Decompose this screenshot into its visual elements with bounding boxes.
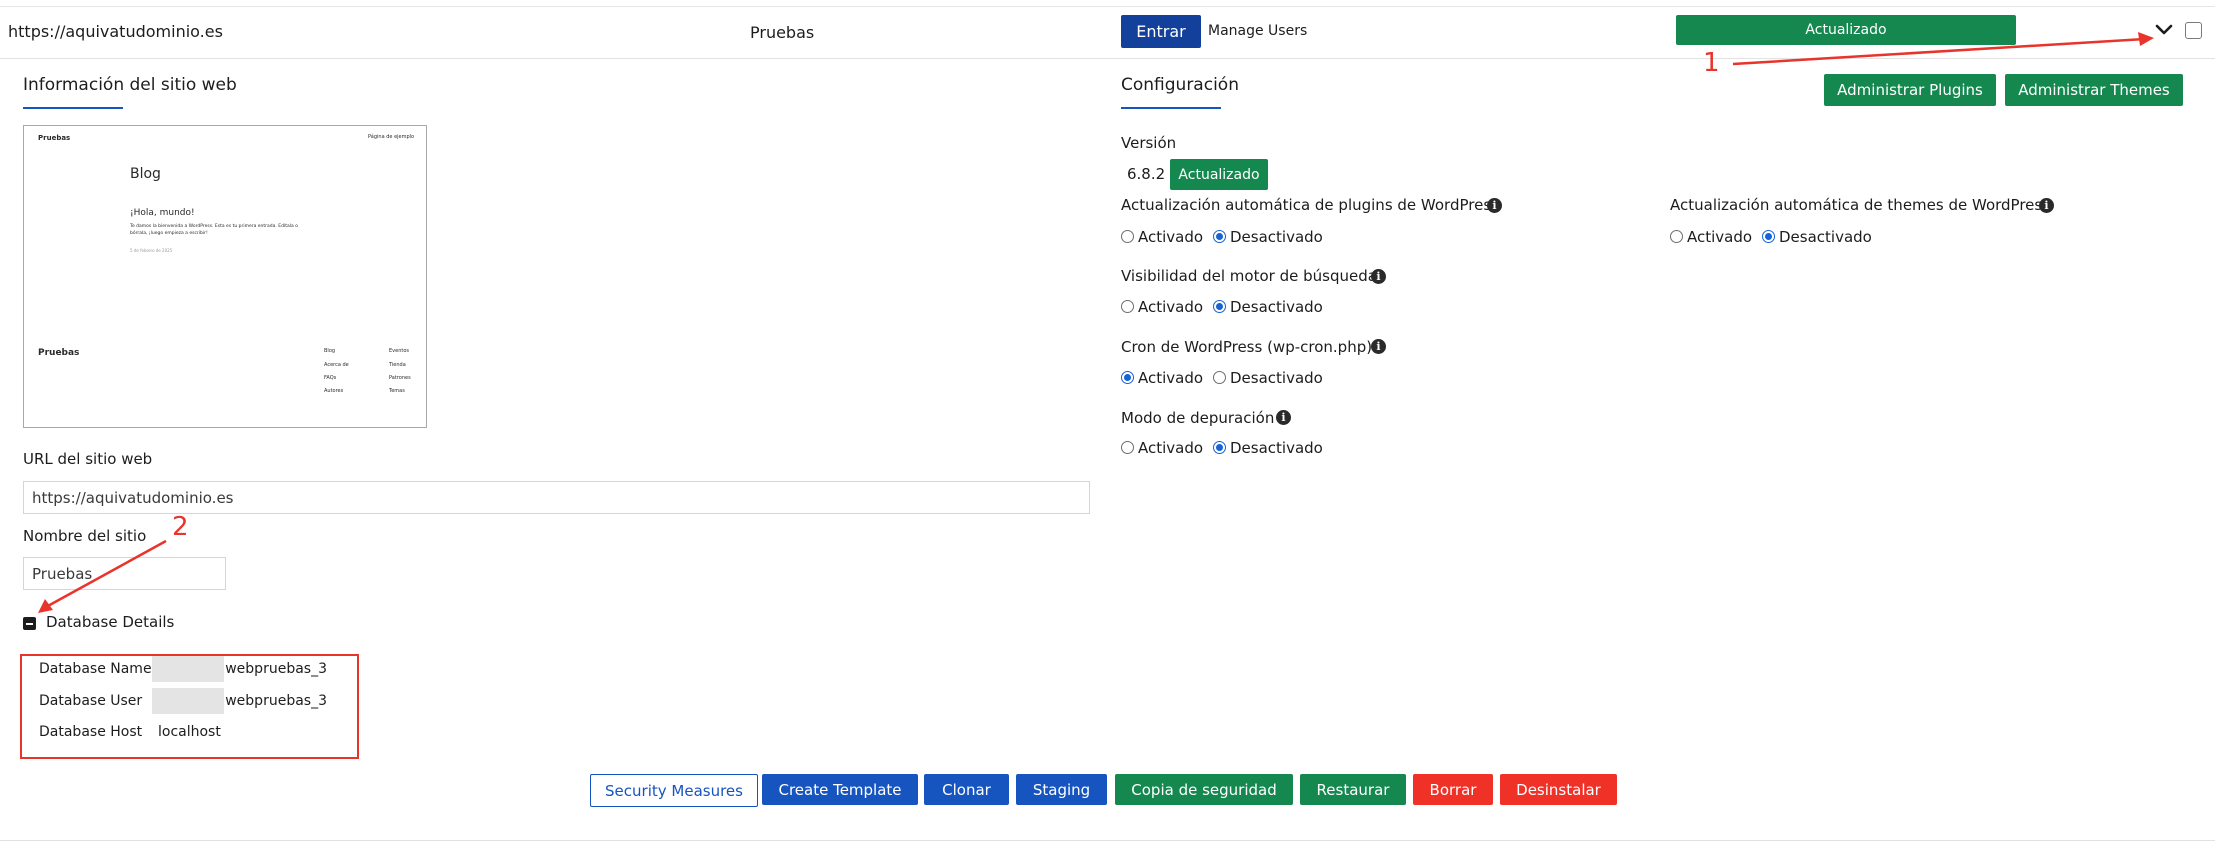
thumb-footer-link: Temas xyxy=(389,388,405,394)
db-name-value: 3_webpruebas xyxy=(225,661,327,677)
cron-off-radio[interactable] xyxy=(1213,371,1226,384)
db-name-label: Database Name xyxy=(39,661,152,677)
site-url-link[interactable]: https://aquivatudominio.es xyxy=(8,22,223,41)
site-url-input[interactable]: https://aquivatudominio.es xyxy=(23,481,1090,514)
debug-mode-label: Modo de depuración xyxy=(1121,409,1275,427)
thumb-footer-link: Blog xyxy=(324,348,336,354)
db-user-label: Database User xyxy=(39,693,143,709)
thumb-post-text-1: Te damos la bienvenida a WordPress. Esta… xyxy=(130,224,298,229)
auto-update-themes-label: Actualización automática de themes de Wo… xyxy=(1670,196,2051,214)
auto-plugins-off-label[interactable]: Desactivado xyxy=(1230,228,1323,246)
thumb-footer-link: Eventos xyxy=(389,348,409,354)
search-on-radio[interactable] xyxy=(1121,300,1134,313)
staging-button[interactable]: Staging xyxy=(1016,774,1107,805)
search-on-label[interactable]: Activado xyxy=(1138,298,1203,316)
cron-on-label[interactable]: Activado xyxy=(1138,369,1203,387)
debug-off-radio[interactable] xyxy=(1213,441,1226,454)
thumb-site-title: Pruebas xyxy=(38,134,71,142)
cron-on-radio[interactable] xyxy=(1121,371,1134,384)
annotation-arrow-2 xyxy=(38,539,167,613)
db-host-value: localhost xyxy=(158,724,221,740)
db-host-label: Database Host xyxy=(39,724,143,740)
auto-themes-on-radio[interactable] xyxy=(1670,230,1683,243)
site-screenshot-thumbnail: Pruebas Página de ejemplo Blog ¡Hola, mu… xyxy=(23,125,427,428)
search-off-radio[interactable] xyxy=(1213,300,1226,313)
info-icon[interactable]: i xyxy=(1371,269,1386,284)
top-border xyxy=(0,6,2215,7)
enter-button[interactable]: Entrar xyxy=(1121,15,1201,48)
search-off-label[interactable]: Desactivado xyxy=(1230,298,1323,316)
annotation-arrow-1 xyxy=(1732,32,2154,66)
security-measures-button[interactable]: Security Measures xyxy=(590,774,758,807)
configuration-underline xyxy=(1121,107,1221,109)
clone-button[interactable]: Clonar xyxy=(924,774,1009,805)
collapse-toggle-icon[interactable] xyxy=(23,617,36,630)
thumb-footer-link: FAQs xyxy=(324,375,337,381)
configuration-title: Configuración xyxy=(1121,75,1239,95)
delete-button[interactable]: Borrar xyxy=(1413,774,1493,805)
thumb-post-title: ¡Hola, mundo! xyxy=(130,208,195,218)
manage-plugins-button[interactable]: Administrar Plugins xyxy=(1824,74,1996,106)
thumb-post-text-2: bórrala, ¡luego empieza a escribir! xyxy=(130,231,208,236)
db-user-value: 3_webpruebas xyxy=(225,693,327,709)
version-value: 6.8.2 xyxy=(1127,165,1166,183)
info-icon[interactable]: i xyxy=(2039,198,2054,213)
cron-off-label[interactable]: Desactivado xyxy=(1230,369,1323,387)
info-icon[interactable]: i xyxy=(1487,198,1502,213)
thumb-footer-title: Pruebas xyxy=(38,348,80,358)
thumb-nav-link: Página de ejemplo xyxy=(368,134,415,140)
auto-update-plugins-label: Actualización automática de plugins de W… xyxy=(1121,196,1499,214)
site-name-text: Pruebas xyxy=(750,23,815,42)
thumb-footer-link: Tienda xyxy=(389,362,406,368)
search-visibility-label: Visibilidad del motor de búsqueda xyxy=(1121,267,1377,285)
version-status-badge: Actualizado xyxy=(1170,159,1268,190)
manage-themes-button[interactable]: Administrar Themes xyxy=(2005,74,2183,106)
site-url-label: URL del sitio web xyxy=(23,450,153,468)
manage-users-link[interactable]: Manage Users xyxy=(1208,23,1307,39)
select-site-checkbox[interactable] xyxy=(2185,22,2202,39)
auto-themes-off-radio[interactable] xyxy=(1762,230,1775,243)
auto-plugins-on-label[interactable]: Activado xyxy=(1138,228,1203,246)
version-label: Versión xyxy=(1121,134,1177,152)
auto-themes-on-label[interactable]: Activado xyxy=(1687,228,1752,246)
auto-themes-off-label[interactable]: Desactivado xyxy=(1779,228,1872,246)
thumb-footer-link: Autores xyxy=(324,388,344,394)
thumb-heading: Blog xyxy=(130,166,161,182)
info-icon[interactable]: i xyxy=(1371,339,1386,354)
annotation-marker-1: 1 xyxy=(1703,48,1720,78)
annotation-marker-2: 2 xyxy=(172,512,189,542)
thumb-footer-link: Patrones xyxy=(389,375,411,381)
bottom-border xyxy=(0,840,2215,841)
auto-plugins-off-radio[interactable] xyxy=(1213,230,1226,243)
thumb-post-date: 5 de febrero de 2025 xyxy=(130,248,173,253)
debug-on-label[interactable]: Activado xyxy=(1138,439,1203,457)
website-info-underline xyxy=(23,107,123,109)
info-icon[interactable]: i xyxy=(1276,410,1291,425)
backup-button[interactable]: Copia de seguridad xyxy=(1115,774,1293,805)
create-template-button[interactable]: Create Template xyxy=(762,774,918,805)
website-info-title: Información del sitio web xyxy=(23,75,237,95)
uninstall-button[interactable]: Desinstalar xyxy=(1500,774,1617,805)
auto-plugins-on-radio[interactable] xyxy=(1121,230,1134,243)
thumb-footer-link: Acerca de xyxy=(324,362,349,368)
debug-on-radio[interactable] xyxy=(1121,441,1134,454)
wp-cron-label: Cron de WordPress (wp-cron.php) xyxy=(1121,338,1373,356)
debug-off-label[interactable]: Desactivado xyxy=(1230,439,1323,457)
database-details-toggle[interactable]: Database Details xyxy=(46,613,174,631)
restore-button[interactable]: Restaurar xyxy=(1300,774,1406,805)
